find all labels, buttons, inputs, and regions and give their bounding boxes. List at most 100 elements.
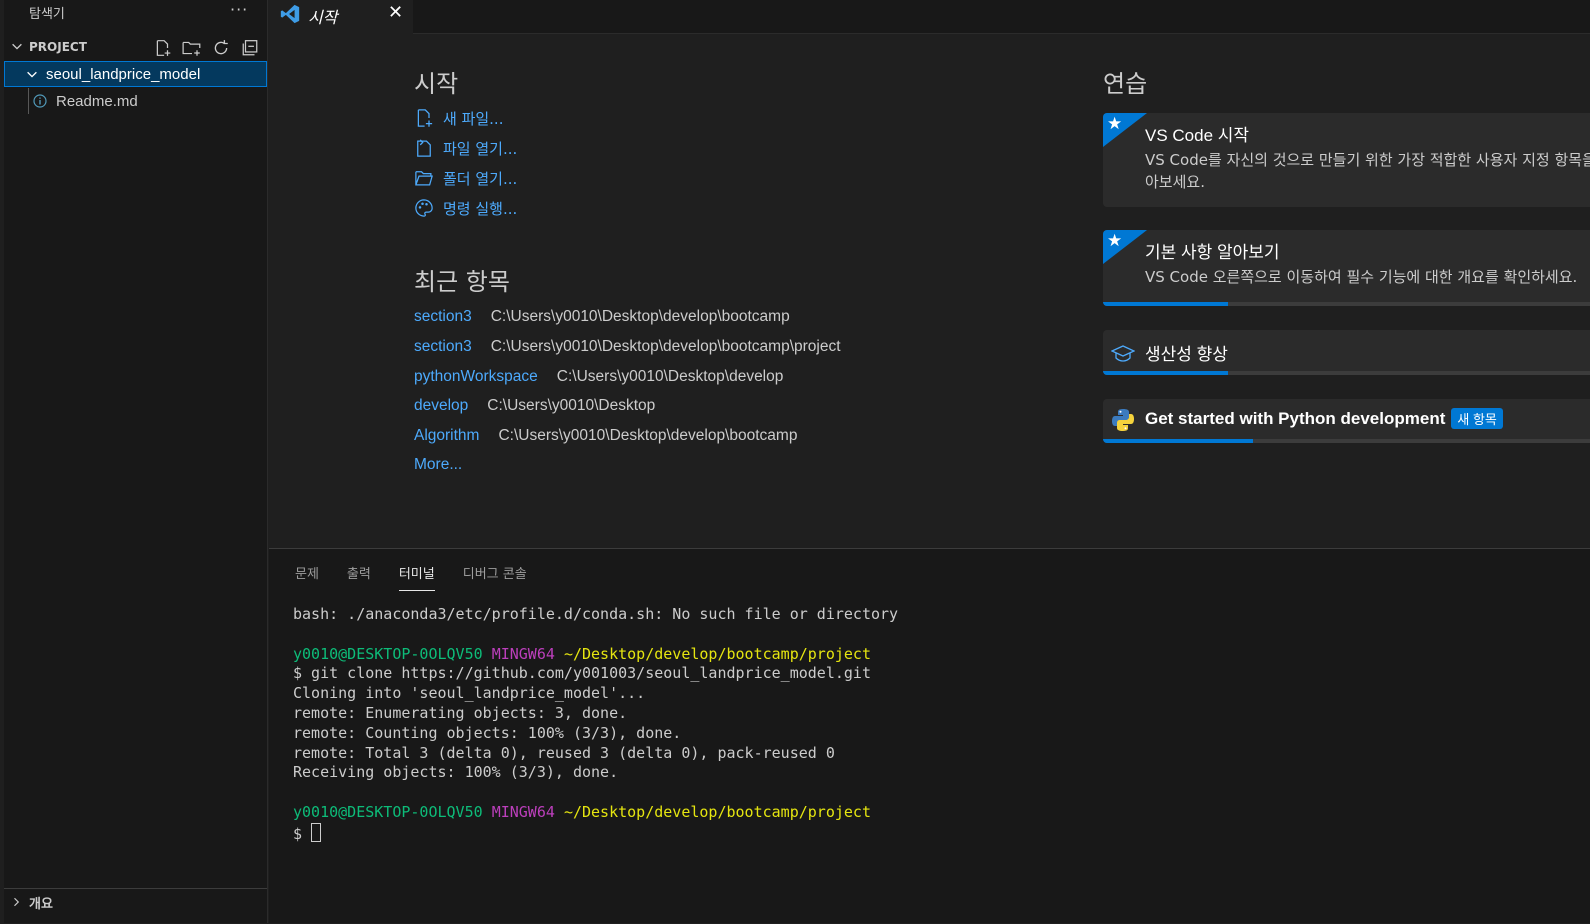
more-recent-link[interactable]: More... — [414, 456, 462, 474]
terminal-line: remote: Enumerating objects: 3, done. — [293, 703, 628, 722]
terminal-line: Cloning into 'seoul_landprice_model'... — [293, 684, 646, 703]
recent-path: C:\Users\y0010\Desktop\develop — [556, 368, 784, 385]
python-logo-icon — [1112, 409, 1134, 431]
recent-path: C:\Users\y0010\Desktop\develop\bootcamp — [490, 308, 790, 325]
project-section-header[interactable]: PROJECT — [4, 37, 267, 59]
folder-seoul-landprice-model[interactable]: seoul_landprice_model — [4, 61, 267, 87]
tab-output[interactable]: 출력 — [347, 563, 371, 591]
palette-icon — [415, 199, 433, 217]
open-file-icon — [417, 139, 431, 157]
start-heading: 시작 — [414, 70, 459, 98]
recent-name[interactable]: develop — [414, 397, 468, 414]
prompt-cwd: ~/Desktop/develop/bootcamp/project — [563, 802, 871, 821]
explorer-title: 탐색기 — [29, 7, 65, 22]
recent-path: C:\Users\y0010\Desktop\develop\bootcamp — [498, 427, 798, 444]
terminal-line: remote: Counting objects: 100% (3/3), do… — [293, 723, 682, 742]
graduation-cap-icon — [1111, 345, 1135, 362]
terminal-line: $ git clone https://github.com/y001003/s… — [293, 664, 871, 683]
info-icon — [33, 94, 47, 108]
chevron-right-icon — [14, 897, 20, 907]
chevron-down-icon — [27, 71, 37, 78]
welcome-page: 시작 새 파일... 파일 열기... 폴더 열기... 명령 실행... 최근… — [269, 34, 1590, 548]
file-label: Readme.md — [56, 93, 138, 110]
prompt-cwd: ~/Desktop/develop/bootcamp/project — [563, 644, 871, 663]
walkthrough-desc: VS Code를 자신의 것으로 만들기 위한 가장 적합한 사용자 지정 항목… — [1145, 151, 1590, 191]
terminal-line: bash: ./anaconda3/etc/profile.d/conda.sh… — [293, 605, 899, 623]
close-icon[interactable]: ✕ — [388, 2, 403, 23]
tab-terminal[interactable]: 터미널 — [398, 563, 435, 591]
open-folder-icon — [415, 171, 433, 186]
walkthrough-card-basics[interactable]: ★ 기본 사항 알아보기 VS Code 오른쪽으로 이동하여 필수 기능에 대… — [1103, 230, 1590, 306]
file-readme[interactable]: Readme.md — [4, 88, 267, 114]
new-folder-icon[interactable] — [181, 37, 203, 59]
terminal-line: Receiving objects: 100% (3/3), done. — [293, 763, 619, 782]
recent-path: C:\Users\y0010\Desktop — [487, 397, 656, 414]
walkthrough-title: 생산성 향상 — [1145, 345, 1228, 364]
prompt-symbol: $ — [293, 824, 312, 843]
recent-name[interactable]: section3 — [414, 308, 472, 325]
panel-tabs: 문제 출력 터미널 디버그 콘솔 — [295, 563, 527, 591]
run-command-label: 명령 실행... — [443, 199, 518, 218]
bottom-panel: 문제 출력 터미널 디버그 콘솔 bash: ./anaconda3/etc/p… — [269, 548, 1590, 923]
terminal-prompt-line: y0010@DESKTOP-0OLQV50 MINGW64 ~/Desktop/… — [293, 645, 898, 665]
walkthrough-card-python[interactable]: Get started with Python development 새 항목 — [1103, 399, 1590, 443]
open-folder-label: 폴더 열기... — [443, 169, 518, 188]
open-file-link[interactable]: 파일 열기... — [414, 137, 517, 159]
new-file-link[interactable]: 새 파일... — [414, 107, 503, 129]
tab-debug-console[interactable]: 디버그 콘솔 — [463, 563, 527, 591]
tab-problems[interactable]: 문제 — [295, 563, 319, 591]
walkthrough-title: VS Code 시작 — [1145, 126, 1250, 145]
outline-label: 개요 — [29, 897, 53, 912]
collapse-all-icon[interactable] — [239, 37, 261, 59]
recent-name[interactable]: section3 — [414, 338, 472, 355]
recent-name[interactable]: pythonWorkspace — [414, 368, 538, 385]
walkthrough-title: 기본 사항 알아보기 — [1145, 243, 1280, 262]
recent-item[interactable]: Algorithm C:\Users\y0010\Desktop\develop\… — [414, 427, 797, 449]
prompt-user: y0010@DESKTOP-0OLQV50 — [293, 802, 483, 821]
outline-section-header[interactable]: 개요 — [4, 888, 267, 924]
indent-guide — [28, 88, 29, 114]
walkthrough-progress — [1103, 439, 1590, 443]
recent-item[interactable]: section3 C:\Users\y0010\Desktop\develop\b… — [414, 308, 790, 330]
terminal-output[interactable]: bash: ./anaconda3/etc/profile.d/conda.sh… — [293, 605, 898, 845]
prompt-shell: MINGW64 — [491, 802, 555, 821]
new-file-icon[interactable] — [152, 37, 174, 59]
recent-item[interactable]: pythonWorkspace C:\Users\y0010\Desktop\de… — [414, 368, 783, 390]
recent-item[interactable]: develop C:\Users\y0010\Desktop — [414, 397, 655, 419]
terminal-input-line[interactable]: $ — [293, 822, 898, 845]
open-file-label: 파일 열기... — [443, 139, 518, 158]
star-icon: ★ — [1107, 114, 1123, 134]
prompt-shell: MINGW64 — [491, 644, 555, 663]
walkthrough-desc: VS Code 오른쪽으로 이동하여 필수 기능에 대한 개요를 확인하세요. — [1145, 268, 1578, 286]
terminal-prompt-line: y0010@DESKTOP-0OLQV50 MINGW64 ~/Desktop/… — [293, 803, 898, 823]
walkthrough-progress — [1103, 302, 1590, 306]
walkthrough-heading: 연습 — [1103, 70, 1148, 98]
walkthrough-card-productivity[interactable]: 생산성 향상 — [1103, 330, 1590, 375]
star-icon: ★ — [1107, 231, 1123, 251]
recent-item[interactable]: section3 C:\Users\y0010\Desktop\develop\b… — [414, 338, 841, 360]
more-actions-icon[interactable]: ··· — [230, 0, 248, 19]
vscode-logo-icon — [280, 4, 300, 24]
explorer-sidebar: 탐색기 ··· PROJECT seoul_landprice_model Re… — [4, 0, 268, 923]
prompt-user: y0010@DESKTOP-0OLQV50 — [293, 644, 483, 663]
recent-path: C:\Users\y0010\Desktop\develop\bootcamp\… — [490, 338, 841, 355]
new-file-icon — [417, 109, 433, 127]
run-command-link[interactable]: 명령 실행... — [414, 197, 517, 219]
chevron-down-icon — [12, 43, 22, 50]
editor-tab-bar: 시작 ✕ — [269, 0, 1590, 34]
new-file-label: 새 파일... — [443, 109, 504, 128]
terminal-line: remote: Total 3 (delta 0), reused 3 (del… — [293, 743, 835, 762]
walkthrough-card-vscode-start[interactable]: ★ VS Code 시작 VS Code를 자신의 것으로 만들기 위한 가장 … — [1103, 113, 1590, 207]
open-folder-link[interactable]: 폴더 열기... — [414, 167, 517, 189]
project-section-label: PROJECT — [29, 40, 87, 54]
new-badge: 새 항목 — [1451, 408, 1503, 429]
walkthrough-title: Get started with Python development 새 항목 — [1145, 408, 1503, 429]
python-walkthrough-title: Get started with Python development — [1145, 409, 1446, 428]
recent-name[interactable]: Algorithm — [414, 427, 479, 444]
recent-heading: 최근 항목 — [414, 268, 510, 296]
walkthrough-progress — [1103, 371, 1590, 375]
tab-welcome[interactable]: 시작 ✕ — [269, 0, 413, 34]
refresh-icon[interactable] — [210, 37, 232, 59]
terminal-cursor — [311, 822, 322, 842]
tab-label: 시작 — [308, 8, 338, 27]
